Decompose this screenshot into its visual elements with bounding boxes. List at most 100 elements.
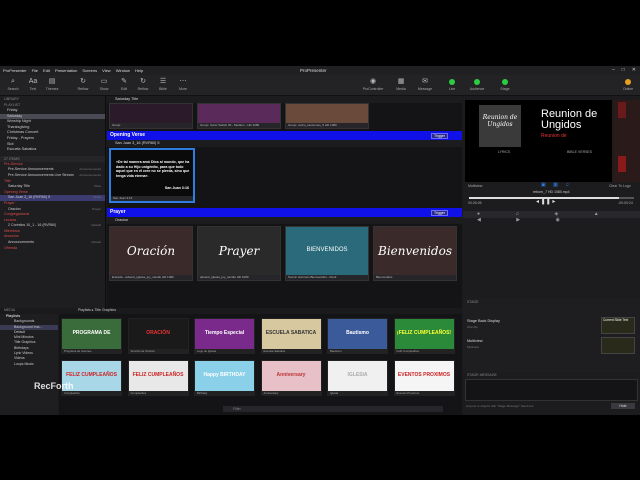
- slide-verbo[interactable]: Group: verbo_canciones_5 HD 1080: [285, 103, 369, 129]
- app-window: ProPresenter File Edit Presentation Screens V…: [0, 66, 640, 415]
- reflow-icon: ↻: [80, 78, 86, 85]
- more-icon: ⋯: [179, 78, 187, 85]
- menu-item[interactable]: Window: [116, 68, 130, 73]
- playlist-entry[interactable]: Pre-Service Announcements Live Stream Ann…: [0, 173, 105, 179]
- trigger-button-prayer[interactable]: Trigger: [431, 209, 448, 216]
- view-mode-icons[interactable]: ▣ ▦ ♫: [541, 182, 572, 188]
- search-button[interactable]: ⌕ Search: [2, 77, 24, 91]
- clear-to-logo-button[interactable]: Clear To Logo: [609, 184, 631, 188]
- minimize-icon[interactable]: –: [612, 67, 615, 73]
- show-button[interactable]: ▭ Show: [93, 77, 115, 91]
- show-icon: ▭: [100, 78, 108, 85]
- output-swatch: [618, 102, 626, 118]
- window-controls: – □ ✕: [612, 67, 636, 73]
- output-strip: [613, 100, 640, 182]
- slide-group[interactable]: Group: [109, 103, 193, 129]
- more-button[interactable]: ⋯ More: [172, 77, 194, 91]
- preview-subtitle: Reunion de: [541, 133, 567, 139]
- menu-item[interactable]: Presentation: [55, 68, 77, 73]
- menu-item[interactable]: Edit: [43, 68, 50, 73]
- reflow-button[interactable]: ↻ Reflow: [132, 77, 154, 91]
- live-button[interactable]: Live: [441, 77, 463, 91]
- stage-icon: [494, 77, 516, 87]
- message-button[interactable]: ✉ Message: [414, 77, 436, 91]
- procontroller-button[interactable]: ◉ ProController: [362, 77, 384, 91]
- menu-item[interactable]: ProPresenter: [3, 68, 27, 73]
- stage-message-hint: Anyone or objects with "Stage Message" S…: [466, 404, 534, 408]
- slide-sonic-switch[interactable]: Group: Sonic Switch 00 - Medium - HD 108…: [197, 103, 281, 129]
- close-icon[interactable]: ✕: [632, 67, 636, 73]
- maximize-icon[interactable]: □: [622, 67, 625, 73]
- media-thumbnail[interactable]: Happy BIRTHDAY Birthday: [194, 360, 255, 396]
- menu-item[interactable]: Screens: [82, 68, 97, 73]
- media-thumbnail[interactable]: Anniversary Anniversary: [260, 360, 322, 396]
- slide-prayer[interactable]: BIENVENIDOS Scenic Horizons Bienvenidos -…: [285, 226, 369, 281]
- media-thumbnail[interactable]: IGLESIA Iglesia: [327, 360, 388, 396]
- media-filter-input[interactable]: Filter: [223, 406, 443, 412]
- presentation-oracion[interactable]: Oracion: [107, 217, 462, 224]
- time-elapsed: 00:26:06: [468, 201, 482, 205]
- media-grid: Filter PROGRAMA DE Programa de Jovenes ORA…: [59, 314, 462, 415]
- slide-prayer[interactable]: Oración Entrada - adventi_iglesia_joy_can…: [109, 226, 193, 281]
- audience-icon: [466, 77, 488, 87]
- stage-screen-row[interactable]: Stage Back Display Worship Current Slide T…: [463, 317, 640, 335]
- online-button[interactable]: Online: [617, 77, 639, 91]
- procontrol-icon: ◉: [369, 78, 377, 85]
- media-button[interactable]: ▦ Media: [390, 77, 412, 91]
- media-thumbnail[interactable]: ¡FELIZ CUMPLEAÑOS! Feliz Cumpleaños: [393, 318, 455, 354]
- playlist-list: Friday Saturday Worship Night Thanksgiving C…: [0, 108, 105, 153]
- stage-message-input[interactable]: [465, 379, 638, 401]
- media-thumbnail[interactable]: ORACIÓN Servicio de Oracion: [127, 318, 189, 354]
- media-thumbnail[interactable]: FELIZ CUMPLEAÑOS Cumpleaños: [127, 360, 189, 396]
- media-sidebar: Playlists Backgrounds Background Ima... Def…: [0, 314, 58, 415]
- stage-layout-thumbnail[interactable]: Current Slide Text: [601, 317, 635, 334]
- multiview-selector[interactable]: Multiview: [468, 184, 482, 188]
- time-remaining: -00:00:24: [618, 201, 633, 205]
- presentation-verse[interactable]: San Juan 3_16 (RVR60) 5: [107, 140, 462, 147]
- stage-message-header: STAGE MESSAGE: [467, 373, 497, 377]
- media-thumbnail[interactable]: EVENTOS PROXIMOS Eventos Proximos: [393, 360, 455, 396]
- menu-item[interactable]: Help: [135, 68, 143, 73]
- media-thumbnail[interactable]: PROGRAMA DE Programa de Jovenes: [61, 318, 122, 354]
- slide-prayer[interactable]: Prayer adventi_iglesia_joy_candle HD 1080: [197, 226, 281, 281]
- reflow-button[interactable]: ↻ Reflow: [72, 77, 94, 91]
- trigger-button[interactable]: Trigger: [431, 132, 448, 139]
- bible-button[interactable]: ☰ Bible: [152, 77, 174, 91]
- playlist-section-header[interactable]: Ofrenda: [0, 246, 105, 252]
- media-thumbnail[interactable]: Bautismo Bautismo: [327, 318, 388, 354]
- preview-title: Reunion de Ungidos: [541, 108, 598, 131]
- playback-controls[interactable]: ◂ ❚❚ ▸: [536, 198, 555, 205]
- themes-button[interactable]: ▤ Themes: [41, 77, 63, 91]
- app-title: ProPresenter: [300, 68, 327, 73]
- stage-layout-thumbnail[interactable]: [601, 337, 635, 354]
- stage-header: STAGE: [467, 300, 479, 304]
- media-breadcrumb[interactable]: Playlists ▸ Title Graphics: [78, 308, 116, 312]
- right-tab-bar[interactable]: ● ♫ ◈ ▲ ◀ ▶ ◉: [463, 211, 640, 223]
- media-playlist-item[interactable]: Loops Music: [0, 362, 58, 367]
- media-icon: ▦: [397, 78, 405, 85]
- slide-verse[interactable]: «De tal manera amó Dios al mundo, que ha…: [109, 148, 195, 203]
- presentation-header-title[interactable]: Saturday Title: [107, 96, 462, 103]
- preview-thumbnail: Reunion de Ungidos: [479, 105, 521, 147]
- slide-prayer[interactable]: Bienvenidos Bienvenidos: [373, 226, 457, 281]
- toolbar: ⌕ Search Aa Text ▤ Themes ↻ Reflow ▭ Show ✎ Edit ↻ Re…: [0, 75, 640, 96]
- stage-screen-row[interactable]: Multiview Multiview: [463, 337, 640, 355]
- group-prayer[interactable]: Prayer Trigger: [107, 208, 462, 217]
- menu-item[interactable]: View: [102, 68, 111, 73]
- live-icon: [441, 77, 463, 87]
- media-thumbnail[interactable]: ESCUELA SABATICA Escuela Sabatica: [260, 318, 322, 354]
- audience-button[interactable]: Audience: [466, 77, 488, 91]
- search-icon: ⌕: [11, 78, 15, 85]
- stage-message-panel: STAGE MESSAGE Anyone or objects with "St…: [463, 372, 640, 415]
- group-opening-verse[interactable]: Opening Verse Trigger: [107, 131, 462, 140]
- recorder-watermark: RecForth: [34, 381, 74, 391]
- menu-item[interactable]: File: [32, 68, 38, 73]
- media-thumbnail[interactable]: Tiempo Especial Logo de Iglesia: [194, 318, 255, 354]
- output-swatch-2: [618, 156, 626, 172]
- stage-button[interactable]: Stage: [494, 77, 516, 91]
- hide-button[interactable]: Hide: [611, 403, 635, 409]
- audience-preview: Reunion de Ungidos Reunion de Ungidos Re…: [465, 100, 612, 182]
- lyrics-label: LYRICS: [498, 150, 511, 154]
- bible-icon: ☰: [159, 78, 167, 85]
- stage-panel: STAGE Stage Back Display Worship Current S…: [463, 299, 640, 375]
